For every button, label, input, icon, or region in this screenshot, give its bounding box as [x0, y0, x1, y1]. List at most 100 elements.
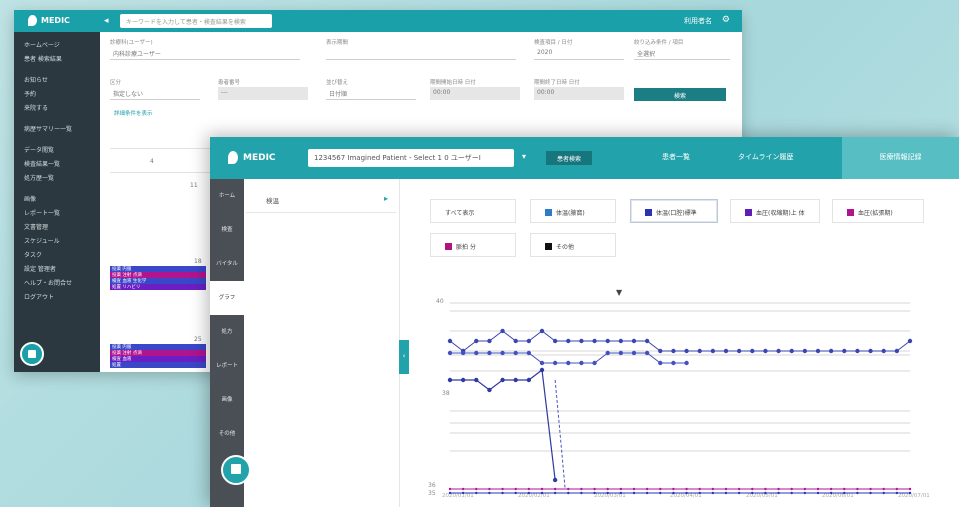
field-input[interactable]: 00:00: [534, 87, 624, 100]
sidebar-item[interactable]: 画像: [210, 383, 244, 417]
sidebar-item[interactable]: スケジュール: [14, 233, 100, 247]
calendar-view: 4 11 18 25 投薬 内服 投薬 注射 点滴 検査 血液 生化学 処置 リハビリ…: [110, 148, 220, 372]
search-input[interactable]: キーワードを入力して患者・検査結果を検索: [120, 14, 272, 28]
data-point: [869, 487, 872, 491]
form-field: 期間終了日時 日付 00:00: [534, 78, 624, 100]
data-point: [513, 350, 518, 356]
nav-medical-record[interactable]: 医療情報記録: [842, 137, 959, 179]
data-point: [618, 338, 624, 344]
field-label: 表示期間: [326, 40, 349, 46]
data-point: [736, 348, 742, 354]
x-tick-label: 2020/06/01: [822, 493, 854, 499]
legend-toggle[interactable]: すべて表示: [430, 199, 516, 223]
sidebar-item[interactable]: 処方: [210, 315, 244, 349]
sidebar-item[interactable]: ヘルプ・お問合せ: [14, 275, 100, 289]
field-input[interactable]: 00:00: [430, 87, 520, 100]
legend-toggle[interactable]: 体温(口腔)標準: [630, 199, 718, 223]
field-input[interactable]: 2020: [534, 47, 624, 60]
field-input[interactable]: 全選択: [634, 47, 730, 60]
sidebar-item[interactable]: バイタル: [210, 247, 244, 281]
brand-logo[interactable]: MEDIC: [28, 15, 70, 26]
field-label: 検査項目 / 日付: [534, 40, 573, 46]
sort-marker-icon: ▼: [616, 288, 623, 297]
data-point: [856, 487, 859, 491]
user-menu[interactable]: 利用者名: [684, 16, 712, 26]
calendar-event[interactable]: 処置 リハビリ: [110, 284, 206, 290]
nav-patient-list[interactable]: 患者一覧: [662, 152, 690, 162]
menu-toggle-icon[interactable]: ◂: [104, 16, 109, 26]
legend-toggle[interactable]: 体温(腋窩): [530, 199, 616, 223]
legend-swatch: [645, 209, 652, 216]
legend-toggle[interactable]: 血圧(拡張期): [832, 199, 924, 223]
sidebar-item[interactable]: データ閲覧: [14, 142, 100, 156]
brand-logo[interactable]: MEDIC: [228, 151, 276, 164]
logo-icon: [28, 15, 37, 26]
sidebar-item[interactable]: ホームページ: [14, 37, 100, 51]
sidebar-item[interactable]: 文書管理: [14, 219, 100, 233]
data-point: [474, 338, 479, 344]
sidebar-item[interactable]: レポート: [210, 349, 244, 383]
data-point: [684, 360, 689, 366]
data-point: [592, 360, 597, 366]
data-point: [474, 350, 479, 356]
sidebar-item[interactable]: ログアウト: [14, 289, 100, 303]
data-point: [828, 348, 834, 354]
field-input[interactable]: 日付順: [326, 87, 416, 100]
sidebar-item[interactable]: 設定 管理者: [14, 261, 100, 275]
legend-toggle[interactable]: 脈拍 分: [430, 233, 516, 257]
settings-icon[interactable]: ⚙: [722, 15, 730, 25]
legend-label: 脈拍 分: [456, 244, 476, 251]
sidebar-item[interactable]: 検査結果一覧: [14, 156, 100, 170]
chevron-down-icon[interactable]: ▾: [522, 152, 526, 161]
sidebar-item[interactable]: レポート一覧: [14, 205, 100, 219]
sidebar-item[interactable]: 予約: [14, 86, 100, 100]
sidebar-separator: [14, 184, 100, 191]
legend-toggle[interactable]: 血圧(収縮期)上 体: [730, 199, 820, 223]
patient-search-button[interactable]: 患者検索: [546, 151, 592, 165]
data-point: [658, 360, 663, 366]
chat-fab-button[interactable]: [221, 455, 251, 485]
sidebar-item[interactable]: 処方歴一覧: [14, 170, 100, 184]
data-point: [645, 491, 649, 495]
nav-timeline[interactable]: タイムライン履歴: [738, 152, 794, 162]
sidebar-item[interactable]: 検査: [210, 213, 244, 247]
field-input[interactable]: 内科診療ユーザー: [110, 47, 300, 60]
calendar-event[interactable]: 処置: [110, 362, 206, 368]
sidebar-item[interactable]: ホーム: [210, 179, 244, 213]
search-button[interactable]: 検索: [634, 88, 726, 101]
data-point: [843, 491, 846, 495]
data-point: [619, 491, 623, 495]
data-point: [540, 487, 544, 491]
field-input[interactable]: 指定しない: [110, 87, 200, 100]
legend-toggle[interactable]: その他: [530, 233, 616, 257]
field-input[interactable]: ---: [218, 87, 308, 100]
patient-select[interactable]: 1234567 Imagined Patient - Select 1 0 ユー…: [308, 149, 514, 167]
data-point: [724, 487, 728, 491]
sidebar-item[interactable]: グラフ: [210, 281, 244, 315]
list-item[interactable]: 検温 ▸: [246, 185, 396, 213]
sidebar-item[interactable]: 画像: [14, 191, 100, 205]
sidebar-item[interactable]: 来院する: [14, 100, 100, 114]
data-point: [684, 348, 689, 354]
sidebar-item[interactable]: タスク: [14, 247, 100, 261]
chat-fab-button[interactable]: [20, 342, 44, 366]
x-tick-label: 2020/02/01: [518, 493, 550, 499]
form-field: 並び替え 日付順: [326, 78, 416, 100]
data-point: [526, 377, 532, 383]
panel-collapse-handle[interactable]: ‹: [399, 340, 409, 374]
data-point: [789, 348, 794, 354]
sidebar-item[interactable]: お知らせ: [14, 72, 100, 86]
sidebar-item[interactable]: 患者 検索結果: [14, 51, 100, 65]
data-point: [803, 487, 807, 491]
data-point: [593, 491, 596, 495]
sidebar-item[interactable]: 病歴サマリー一覧: [14, 121, 100, 135]
field-input[interactable]: [326, 47, 516, 60]
data-point: [487, 338, 492, 344]
data-point: [474, 377, 479, 383]
sidebar-item[interactable]: その他: [210, 417, 244, 451]
form-field: 区分 指定しない: [110, 78, 200, 100]
advanced-filter-link[interactable]: 詳細条件を表示: [114, 109, 153, 117]
data-point: [605, 338, 610, 344]
field-label: 期間終了日時 日付: [534, 80, 580, 86]
data-point: [645, 487, 649, 491]
